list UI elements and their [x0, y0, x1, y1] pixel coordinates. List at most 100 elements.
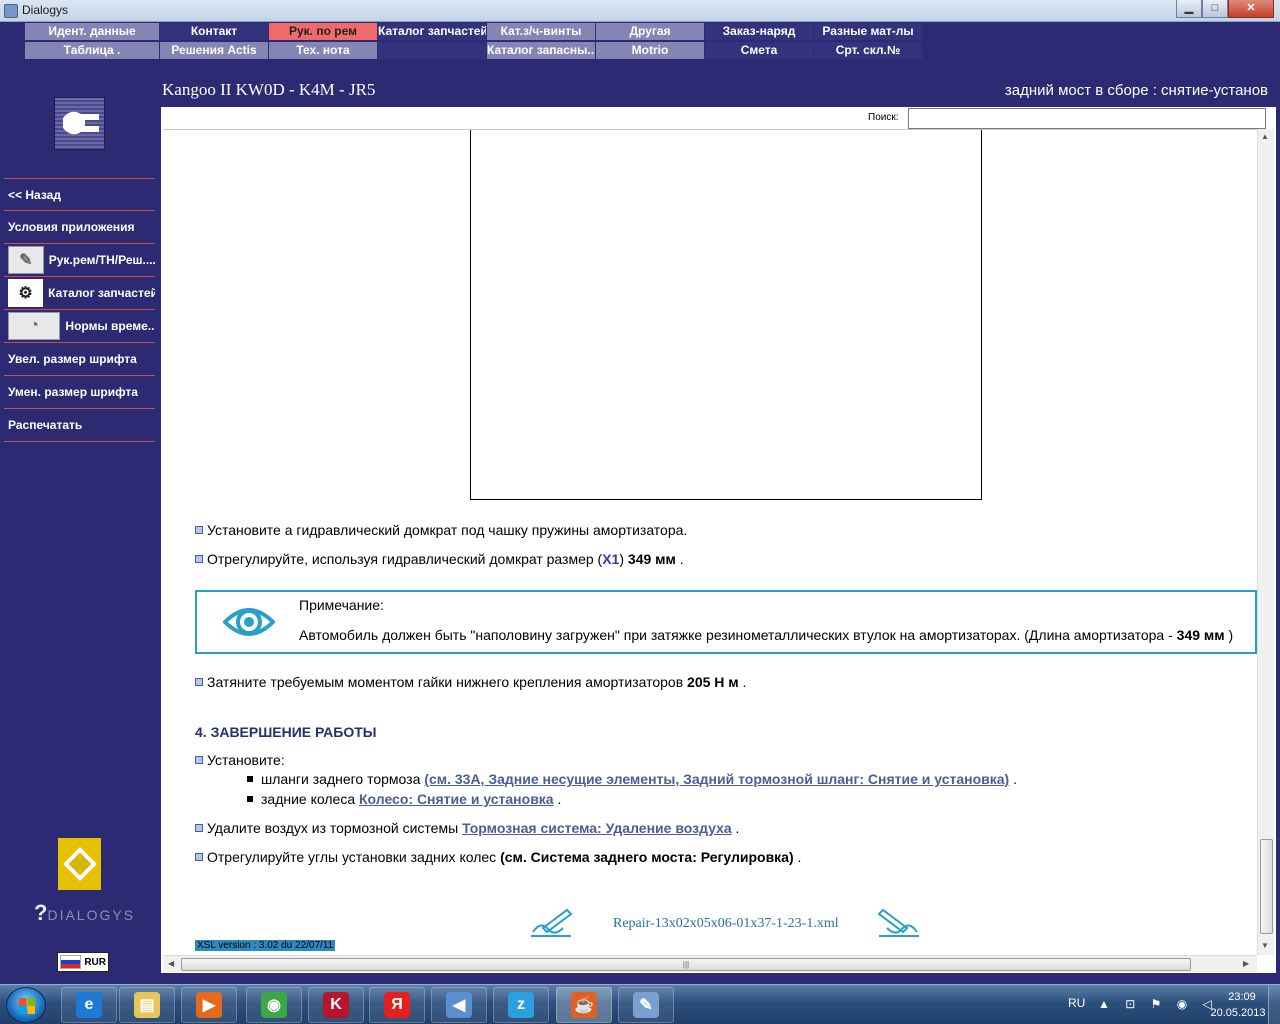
scroll-right-icon[interactable]: ▶: [1243, 959, 1249, 968]
taskbar-app-internet-explorer[interactable]: e: [61, 987, 117, 1023]
brake-bleed-link[interactable]: Тормозная система: Удаление воздуха: [462, 820, 732, 836]
sidebar-item-parts[interactable]: ⚙ Каталог запчастей: [4, 277, 155, 310]
search-input[interactable]: [908, 108, 1266, 129]
language-indicator[interactable]: RU: [1068, 996, 1085, 1010]
step-text: задние колеса: [261, 791, 359, 807]
taskbar-app-yandex[interactable]: Я: [369, 987, 425, 1023]
close-button[interactable]: ✕: [1228, 0, 1274, 18]
sidebar-item-label: Рук.рем/ТН/Реш....: [48, 253, 155, 267]
sidebar-item-label: << Назад: [8, 187, 61, 202]
taskbar-app-paint[interactable]: ✎: [618, 987, 674, 1023]
note-box: Примечание: Автомобиль должен быть "напо…: [195, 590, 1257, 654]
taskbar-app-zona[interactable]: z: [493, 987, 549, 1023]
menu-other[interactable]: Другая: [596, 23, 704, 40]
sidebar-item-label: Нормы време...: [65, 319, 155, 333]
sidebar-item-print[interactable]: Распечатать: [4, 409, 155, 442]
menu-spare-catalog[interactable]: Каталог запасны...: [487, 42, 595, 59]
menu-actis[interactable]: Решения Actis: [160, 42, 268, 59]
scroll-left-icon[interactable]: ◀: [168, 959, 174, 968]
wheel-link[interactable]: Колесо: Снятие и установка: [359, 791, 554, 807]
menu-parts-catalog[interactable]: Каталог запчастей: [378, 23, 486, 40]
bullet-icon: [195, 853, 203, 861]
taskbar-app-media-player[interactable]: ▶: [181, 987, 237, 1023]
xsl-version: XSL version : 3.02 du 22/07/11: [195, 940, 336, 951]
gauge-thumbnail-icon: ◔: [8, 312, 61, 340]
annotate-left-icon[interactable]: [529, 906, 573, 938]
step-text: .: [1009, 771, 1017, 787]
square-bullet-icon: [247, 776, 253, 782]
step-text: .: [793, 849, 802, 865]
start-button[interactable]: [6, 987, 46, 1023]
sidebar-item-font-increase[interactable]: Увел. размер шрифта: [4, 343, 155, 376]
sidebar-item-label: Умен. размер шрифта: [8, 385, 138, 399]
bullet-icon: [195, 526, 203, 534]
clock-date[interactable]: 20.05.2013: [1200, 1007, 1276, 1019]
step-install-jack: Установите а гидравлический домкрат под …: [195, 522, 687, 538]
russia-flag-icon: [60, 955, 82, 969]
chrome-icon: ◉: [261, 992, 287, 1018]
app-icon: [4, 4, 18, 18]
audio-icon: ◀: [446, 992, 472, 1018]
taskbar-app-kaspersky[interactable]: K: [308, 987, 364, 1023]
taskbar-app-java[interactable]: ☕: [556, 987, 612, 1023]
sidebar-item-time-norms[interactable]: ◔ Нормы време...: [4, 310, 155, 343]
sidebar-item-back[interactable]: << Назад: [4, 178, 155, 211]
sidebar-item-label: Условия приложения: [8, 220, 135, 234]
taskbar-app-audio[interactable]: ◀: [431, 987, 487, 1023]
taskbar-app-chrome[interactable]: ◉: [246, 987, 302, 1023]
menu-estimate[interactable]: Смета: [705, 42, 813, 59]
step-adjust-angles: Отрегулируйте углы установки задних коле…: [195, 849, 801, 865]
taskbar-app-file-explorer[interactable]: ▤: [119, 987, 175, 1023]
step-adjust-jack: Отрегулируйте, используя гидравлический …: [195, 551, 684, 567]
note-text-part: ): [1224, 627, 1234, 643]
menu-parts-screws[interactable]: Кат.з/ч-винты: [487, 23, 595, 40]
menu-repair-manual[interactable]: Рук. по рем: [269, 23, 377, 40]
subitem-rear-wheels: задние колеса Колесо: Снятие и установка…: [247, 791, 561, 807]
show-desktop-button[interactable]: [1268, 985, 1280, 1024]
torque-value: 205 Н м: [687, 674, 739, 690]
horizontal-scrollbar[interactable]: ◀ ||| ▶: [163, 955, 1257, 972]
vertical-scrollbar[interactable]: ▲ ▼: [1257, 129, 1274, 955]
renault-logo: [58, 838, 101, 890]
note-title: Примечание:: [299, 597, 384, 613]
sidebar-item-label: Увел. размер шрифта: [8, 352, 137, 366]
maximize-button[interactable]: □: [1202, 0, 1228, 18]
sidebar-item-conditions[interactable]: Условия приложения: [4, 211, 155, 244]
step-text: .: [675, 551, 684, 567]
window-title: Dialogys: [22, 3, 69, 17]
clock-time[interactable]: 23:09: [1212, 991, 1272, 1003]
parts-thumbnail-icon: ⚙: [8, 279, 44, 307]
minimize-button[interactable]: ▁: [1176, 0, 1202, 18]
sidebar-item-repair[interactable]: ✎ Рук.рем/ТН/Реш....: [4, 244, 155, 277]
currency-selector[interactable]: RUR: [57, 952, 109, 972]
vertical-scroll-thumb[interactable]: [1260, 839, 1273, 934]
menu-motrio[interactable]: Motrio: [596, 42, 704, 59]
top-menu: Идент. данные Контакт Рук. по рем Катало…: [25, 23, 925, 61]
bullet-icon: [195, 555, 203, 563]
menu-contact[interactable]: Контакт: [160, 23, 268, 40]
menu-table[interactable]: Таблица .: [25, 42, 159, 59]
menu-misc-materials[interactable]: Разные мат-лы: [814, 23, 922, 40]
menu-ident[interactable]: Идент. данные: [25, 23, 159, 40]
top-menu-row-2: Таблица . Решения Actis Тех. нота Катало…: [25, 42, 925, 60]
brake-hose-link[interactable]: (см. 33А, Задние несущие элементы, Задни…: [424, 771, 1009, 787]
menu-tech-note[interactable]: Тех. нота: [269, 42, 377, 59]
media-player-icon: ▶: [196, 992, 222, 1018]
dialogys-logo: ?DIALOGYS: [34, 900, 135, 926]
procedure-title: задний мост в сборе : снятие-установ: [1004, 82, 1268, 99]
step-text: Удалите воздух из тормозной системы: [207, 820, 463, 836]
currency-code: RUR: [84, 956, 106, 968]
step-text: шланги заднего тормоза: [261, 771, 425, 787]
note-value: 349 мм: [1176, 627, 1225, 643]
menu-work-order[interactable]: Заказ-наряд: [705, 23, 813, 40]
dimension-value: 349 мм: [627, 551, 676, 567]
step-text: .: [553, 791, 562, 807]
horizontal-scroll-thumb[interactable]: |||: [181, 958, 1191, 971]
sidebar-item-font-decrease[interactable]: Умен. размер шрифта: [4, 376, 155, 409]
menu-stock[interactable]: Срт. скл.№: [814, 42, 922, 59]
annotate-right-icon[interactable]: [877, 906, 921, 938]
illustration-frame: [470, 130, 982, 500]
scroll-up-icon[interactable]: ▲: [1261, 132, 1269, 141]
step-bleed-brakes: Удалите воздух из тормозной системы Торм…: [195, 820, 739, 836]
scroll-down-icon[interactable]: ▼: [1261, 941, 1269, 950]
